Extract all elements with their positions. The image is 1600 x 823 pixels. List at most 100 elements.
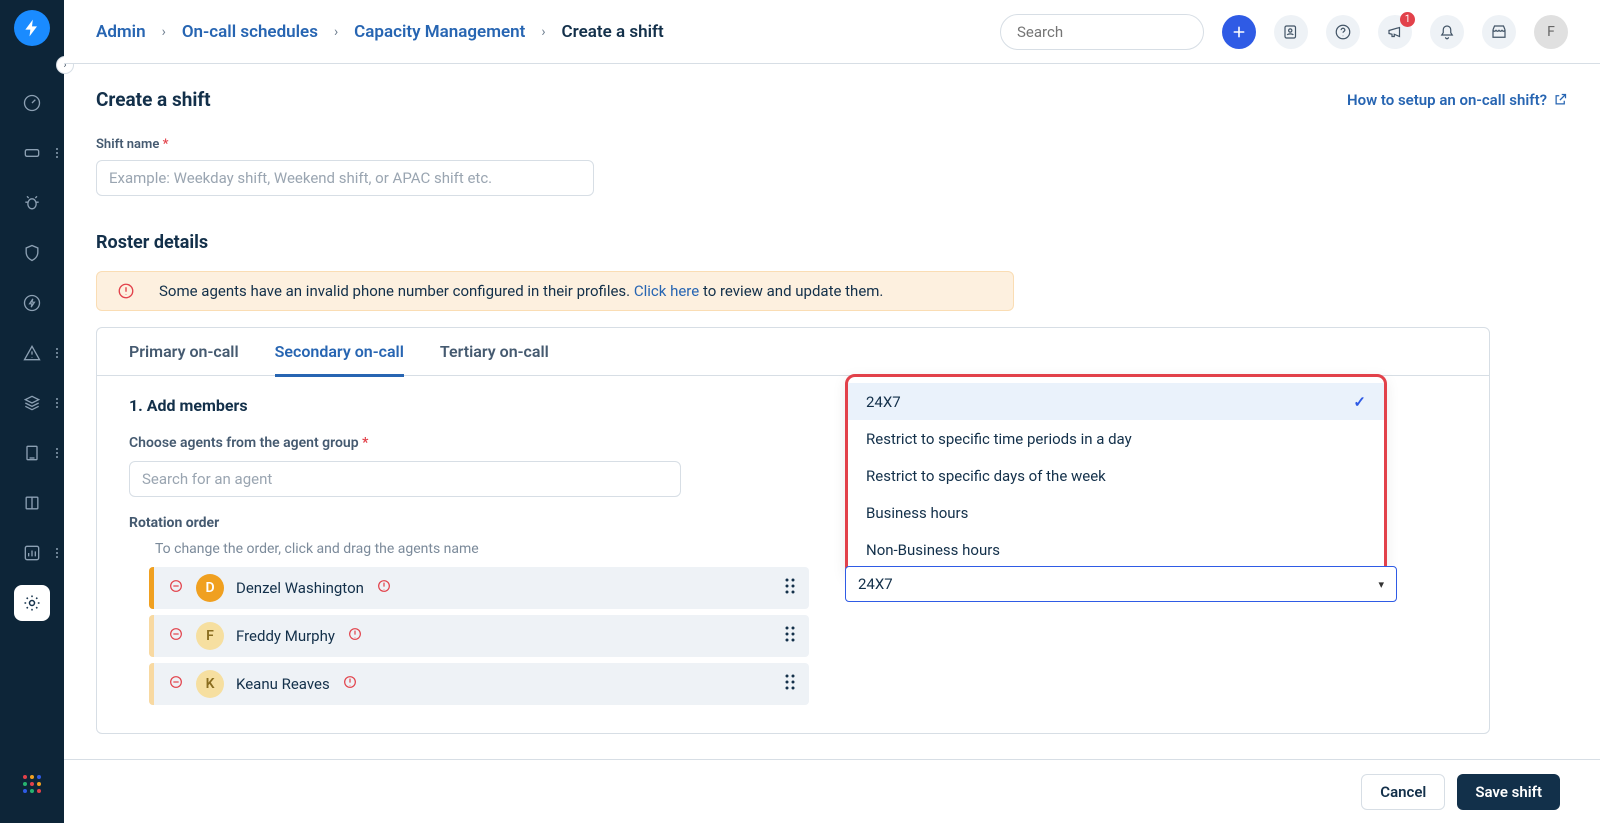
choose-agents-label: Choose agents from the agent group * <box>129 435 809 451</box>
shift-name-input[interactable] <box>96 160 594 196</box>
chevron-down-icon: ▾ <box>1378 578 1384 591</box>
warning-icon <box>342 674 358 694</box>
time-restriction-select[interactable]: 24X7 ▾ <box>845 566 1397 602</box>
search-input[interactable] <box>1015 22 1218 42</box>
dropdown-option[interactable]: 24X7✓ <box>848 383 1384 420</box>
nav-releases[interactable] <box>0 278 64 328</box>
store-icon <box>1490 23 1508 41</box>
drag-handle-icon[interactable] <box>785 626 795 646</box>
bell-icon <box>1438 23 1456 41</box>
nav-more-icon <box>56 398 58 408</box>
tab-primary[interactable]: Primary on-call <box>129 328 239 376</box>
nav-analytics[interactable] <box>0 528 64 578</box>
global-search[interactable] <box>1000 14 1204 50</box>
chevron-right-icon: › <box>162 24 166 40</box>
roster-card: Primary on-call Secondary on-call Tertia… <box>96 327 1490 734</box>
agent-avatar: F <box>196 622 224 650</box>
notification-badge: 1 <box>1400 12 1415 27</box>
contacts-button[interactable] <box>1274 15 1308 49</box>
book-icon <box>22 493 42 513</box>
megaphone-icon <box>1386 23 1404 41</box>
user-avatar[interactable]: F <box>1534 15 1568 49</box>
help-link[interactable]: How to setup an on-call shift? <box>1347 91 1568 109</box>
option-label: Business hours <box>866 504 968 522</box>
rotation-row[interactable]: FFreddy Murphy <box>149 615 809 657</box>
agent-name: Keanu Reaves <box>236 675 330 693</box>
dropdown-option[interactable]: Restrict to specific days of the week <box>848 457 1384 494</box>
agent-avatar: D <box>196 574 224 602</box>
nav-problems[interactable] <box>0 178 64 228</box>
nav-more-icon <box>56 448 58 458</box>
nav-app-switcher[interactable] <box>0 759 64 809</box>
rotation-rows: DDenzel Washington FFreddy Murphy KKeanu R… <box>149 567 809 705</box>
cancel-button[interactable]: Cancel <box>1361 774 1445 810</box>
gear-icon <box>22 593 42 613</box>
external-link-icon <box>1553 92 1568 107</box>
add-members-heading: 1. Add members <box>129 396 809 415</box>
nav-dashboard[interactable] <box>0 78 64 128</box>
remove-agent-icon[interactable] <box>168 578 184 598</box>
roster-tabs: Primary on-call Secondary on-call Tertia… <box>97 328 1489 376</box>
marketplace-button[interactable] <box>1482 15 1516 49</box>
tab-secondary[interactable]: Secondary on-call <box>275 328 404 376</box>
app-logo[interactable] <box>14 10 50 46</box>
tab-tertiary[interactable]: Tertiary on-call <box>440 328 549 376</box>
breadcrumb-admin[interactable]: Admin <box>96 22 146 42</box>
alert-icon <box>117 282 135 300</box>
nav-tickets[interactable] <box>0 128 64 178</box>
agent-search-input[interactable] <box>129 461 681 497</box>
top-bar: Admin › On-call schedules › Capacity Man… <box>64 0 1600 64</box>
nav-more-icon <box>56 148 58 158</box>
breadcrumb-schedules[interactable]: On-call schedules <box>182 22 318 42</box>
dropdown-option[interactable]: Non-Business hours <box>848 531 1384 568</box>
help-link-text: How to setup an on-call shift? <box>1347 91 1547 109</box>
nav-solutions[interactable] <box>0 478 64 528</box>
nav-reports[interactable] <box>0 428 64 478</box>
shield-icon <box>22 243 42 263</box>
left-nav: › <box>0 0 64 823</box>
bug-icon <box>22 193 42 213</box>
alert-text-pre: Some agents have an invalid phone number… <box>159 282 634 300</box>
gauge-icon <box>22 93 42 113</box>
roster-title: Roster details <box>96 232 1568 253</box>
nav-admin[interactable] <box>0 578 64 628</box>
drag-handle-icon[interactable] <box>785 578 795 598</box>
warning-alert: Some agents have an invalid phone number… <box>96 271 1014 311</box>
notifications-button[interactable] <box>1430 15 1464 49</box>
breadcrumb: Admin › On-call schedules › Capacity Man… <box>96 22 664 42</box>
dropdown-option[interactable]: Restrict to specific time periods in a d… <box>848 420 1384 457</box>
alert-link[interactable]: Click here <box>634 282 699 300</box>
nav-alerts[interactable] <box>0 328 64 378</box>
option-label: 24X7 <box>866 393 901 411</box>
bolt-icon <box>22 18 42 38</box>
select-value: 24X7 <box>858 575 893 593</box>
warning-icon <box>22 343 42 363</box>
option-label: Restrict to specific time periods in a d… <box>866 430 1132 448</box>
layers-icon <box>22 393 42 413</box>
document-icon <box>22 443 42 463</box>
dropdown-option[interactable]: Business hours <box>848 494 1384 531</box>
remove-agent-icon[interactable] <box>168 674 184 694</box>
nav-assets[interactable] <box>0 378 64 428</box>
alert-text-post: to review and update them. <box>699 282 883 300</box>
drag-handle-icon[interactable] <box>785 674 795 694</box>
page-title: Create a shift <box>96 88 211 111</box>
rotation-row[interactable]: DDenzel Washington <box>149 567 809 609</box>
rotation-row[interactable]: KKeanu Reaves <box>149 663 809 705</box>
breadcrumb-capacity[interactable]: Capacity Management <box>354 22 525 42</box>
contacts-icon <box>1282 23 1300 41</box>
time-restriction-dropdown-panel: 24X7✓ Restrict to specific time periods i… <box>845 374 1387 577</box>
nav-more-icon <box>56 548 58 558</box>
new-button[interactable] <box>1222 15 1256 49</box>
main-content: Create a shift How to setup an on-call s… <box>64 64 1600 759</box>
rotation-hint: To change the order, click and drag the … <box>155 541 809 557</box>
breadcrumb-current: Create a shift <box>562 22 664 42</box>
save-shift-button[interactable]: Save shift <box>1457 774 1560 810</box>
warning-icon <box>376 578 392 598</box>
nav-changes[interactable] <box>0 228 64 278</box>
footer-actions: Cancel Save shift <box>64 759 1600 823</box>
option-label: Restrict to specific days of the week <box>866 467 1106 485</box>
megaphone-button[interactable]: 1 <box>1378 15 1412 49</box>
help-button[interactable] <box>1326 15 1360 49</box>
remove-agent-icon[interactable] <box>168 626 184 646</box>
